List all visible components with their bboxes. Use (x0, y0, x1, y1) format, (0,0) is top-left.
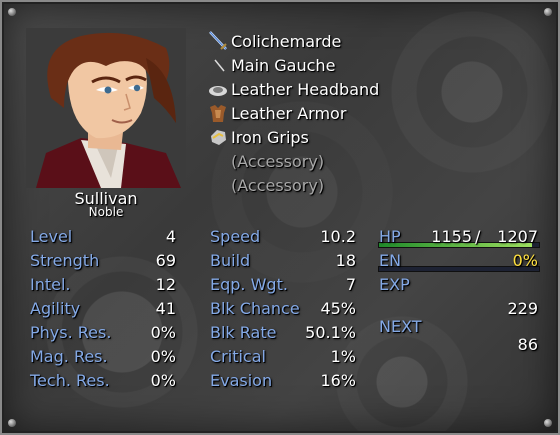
stat-value-tech-res: 0% (150, 371, 176, 390)
stat-value-speed: 10.2 (320, 227, 356, 246)
next-value: 86 (517, 335, 538, 354)
exp-label: EXP (379, 275, 410, 294)
rivet-decoration (544, 419, 552, 427)
equip-slot-accessory-1[interactable]: (Accessory) (231, 152, 324, 172)
hp-max: 1207 (497, 227, 538, 246)
stat-value-eqp-wgt: 7 (345, 275, 356, 294)
hp-current: 1155 (431, 227, 472, 246)
stat-value-strength: 69 (155, 251, 176, 270)
stat-label-tech-res: Tech. Res. (30, 371, 110, 390)
sword-icon (207, 30, 229, 52)
stat-value-build: 18 (335, 251, 356, 270)
rivet-decoration (8, 419, 16, 427)
stat-label-strength: Strength (30, 251, 100, 270)
exp-value: 229 (507, 299, 538, 318)
dagger-icon (207, 54, 229, 76)
gauntlet-icon (207, 126, 229, 148)
next-label: NEXT (379, 317, 422, 336)
stat-label-build: Build (210, 251, 251, 270)
status-window: Sullivan Noble Colichemarde Main Gauche … (0, 0, 560, 435)
stat-label-level: Level (30, 227, 73, 246)
equip-slot-weapon[interactable]: Colichemarde (231, 32, 341, 52)
stat-label-phys-res: Phys. Res. (30, 323, 112, 342)
stat-value-blk-rate: 50.1% (305, 323, 356, 342)
stat-value-evasion: 16% (320, 371, 356, 390)
stat-value-intel: 12 (155, 275, 176, 294)
equip-slot-body[interactable]: Leather Armor (231, 104, 346, 124)
equip-slot-hands[interactable]: Iron Grips (231, 128, 309, 148)
actor-portrait (26, 28, 186, 188)
stat-value-agility: 41 (155, 299, 176, 318)
stat-label-critical: Critical (210, 347, 266, 366)
stat-value-blk-chance: 45% (320, 299, 356, 318)
stat-label-agility: Agility (30, 299, 81, 318)
en-value: 0% (512, 251, 538, 270)
stat-label-eqp-wgt: Eqp. Wgt. (210, 275, 288, 294)
equip-slot-shield[interactable]: Main Gauche (231, 56, 335, 76)
equip-slot-accessory-2[interactable]: (Accessory) (231, 176, 324, 196)
stat-label-mag-res: Mag. Res. (30, 347, 108, 366)
stat-value-level: 4 (165, 227, 176, 246)
rivet-decoration (8, 8, 16, 16)
hp-label: HP (379, 227, 401, 246)
stat-label-evasion: Evasion (210, 371, 273, 390)
stat-value-mag-res: 0% (150, 347, 176, 366)
actor-class: Noble (88, 205, 124, 219)
equip-slot-head[interactable]: Leather Headband (231, 80, 379, 100)
rivet-decoration (544, 8, 552, 16)
headband-icon (207, 78, 229, 100)
stat-label-blk-chance: Blk Chance (210, 299, 300, 318)
hp-separator: / (475, 227, 481, 246)
stat-label-blk-rate: Blk Rate (210, 323, 277, 342)
stat-label-speed: Speed (210, 227, 261, 246)
stat-label-intel: Intel. (30, 275, 71, 294)
stat-value-phys-res: 0% (150, 323, 176, 342)
armor-icon (207, 102, 229, 124)
stat-value-critical: 1% (330, 347, 356, 366)
en-label: EN (379, 251, 402, 270)
